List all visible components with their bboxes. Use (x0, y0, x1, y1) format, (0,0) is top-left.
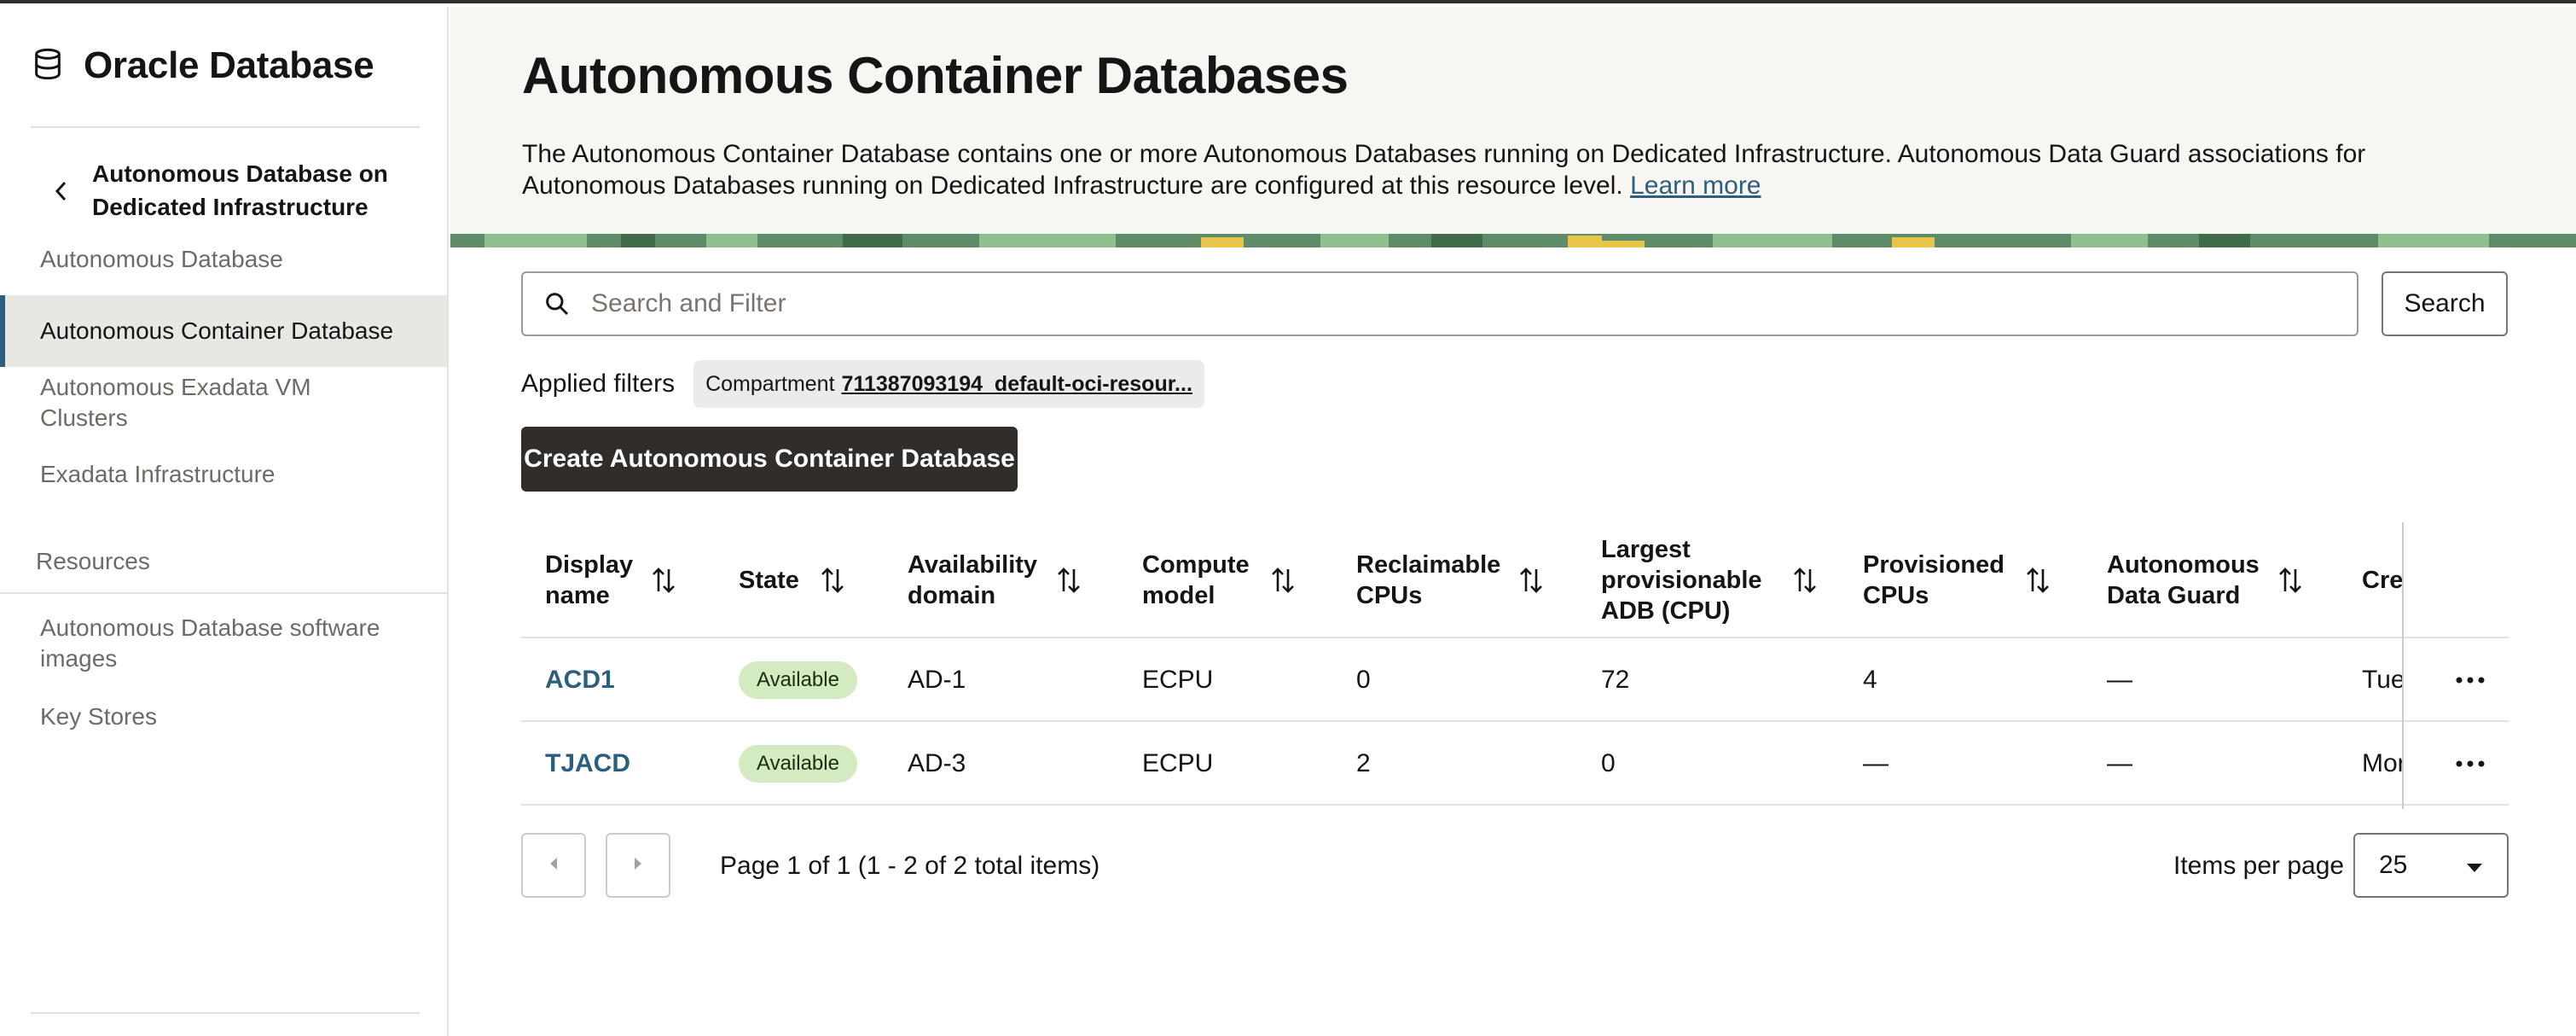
sticky-column-divider (2402, 522, 2404, 809)
sidebar-divider (31, 126, 420, 128)
row-name-link[interactable]: TJACD (545, 749, 630, 778)
page-description: The Autonomous Container Database contai… (522, 138, 2484, 201)
column-header-state[interactable]: State (739, 522, 845, 638)
sidebar-item-exadata-infrastructure[interactable]: Exadata Infrastructure (0, 459, 447, 490)
sidebar-back-link[interactable]: Autonomous Database on Dedicated Infrast… (31, 157, 416, 225)
table-header: Display name State Availability domain C… (521, 522, 2509, 638)
cell-data-guard: — (2107, 749, 2132, 777)
caret-left-icon (548, 856, 560, 876)
sort-icon[interactable] (2277, 566, 2303, 595)
caret-right-icon (632, 856, 644, 876)
column-header-display-name[interactable]: Display name (545, 522, 676, 638)
filter-chip-key: Compartment (705, 371, 835, 396)
sort-icon[interactable] (820, 566, 845, 595)
filter-chip-compartment[interactable]: Compartment 711387093194_default-oci-res… (693, 360, 1204, 408)
filter-chip-value[interactable]: 711387093194_default-oci-resour... (842, 372, 1192, 397)
search-button[interactable]: Search (2382, 271, 2508, 336)
cell-largest-provisionable: 72 (1601, 666, 1630, 694)
sidebar-bottom-divider (31, 1012, 420, 1014)
database-icon (31, 47, 65, 85)
decorative-banner (450, 234, 2576, 247)
search-field[interactable] (521, 271, 2358, 336)
next-page-button[interactable] (606, 833, 670, 898)
status-badge: Available (739, 745, 857, 783)
column-header-data-guard[interactable]: Autonomous Data Guard (2107, 522, 2303, 638)
cell-compute-model: ECPU (1142, 666, 1214, 694)
sidebar: Oracle Database Autonomous Database on D… (0, 7, 449, 1036)
sidebar-item-autonomous-container-database[interactable]: Autonomous Container Database (0, 295, 447, 367)
sort-icon[interactable] (651, 566, 676, 595)
cell-availability-domain: AD-3 (908, 749, 966, 777)
column-header-compute-model[interactable]: Compute model (1142, 522, 1296, 638)
sort-icon[interactable] (1518, 566, 1544, 595)
items-per-page-select[interactable]: 25 (2353, 833, 2509, 898)
sidebar-item-exadata-vm-clusters[interactable]: Autonomous Exadata VM Clusters (0, 372, 358, 434)
cell-reclaimable-cpus: 0 (1356, 666, 1371, 694)
row-name-link[interactable]: ACD1 (545, 666, 615, 695)
chevron-left-icon[interactable] (31, 157, 92, 225)
row-actions-icon[interactable] (2445, 722, 2496, 806)
table-row: ACD1 Available AD-1 ECPU 0 72 4 — Tue (521, 638, 2509, 722)
container-databases-table: Display name State Availability domain C… (521, 522, 2509, 809)
brand-title: Oracle Database (84, 44, 374, 86)
column-header-availability-domain[interactable]: Availability domain (908, 522, 1082, 638)
learn-more-link[interactable]: Learn more (1630, 172, 1761, 200)
resources-heading: Resources (36, 548, 150, 574)
status-badge: Available (739, 661, 857, 699)
applied-filters-label: Applied filters (521, 370, 676, 398)
applied-filters: Applied filters Compartment 711387093194… (521, 360, 1204, 408)
search-icon (523, 290, 591, 317)
cell-provisioned-cpus: 4 (1863, 666, 1877, 694)
sidebar-item-key-stores[interactable]: Key Stores (0, 701, 447, 732)
search-input[interactable] (591, 289, 2357, 318)
description-text: The Autonomous Container Database contai… (522, 140, 2366, 200)
column-header-created[interactable]: Crea (2362, 522, 2402, 638)
cell-created: Mor (2362, 749, 2402, 777)
cell-compute-model: ECPU (1142, 749, 1214, 777)
sort-icon[interactable] (2025, 566, 2051, 595)
brand[interactable]: Oracle Database (31, 44, 374, 87)
sort-icon[interactable] (1270, 566, 1296, 595)
sort-icon[interactable] (1056, 566, 1082, 595)
column-header-reclaimable-cpus[interactable]: Reclaimable CPUs (1356, 522, 1544, 638)
column-header-provisioned-cpus[interactable]: Provisioned CPUs (1863, 522, 2051, 638)
previous-page-button[interactable] (521, 833, 586, 898)
sidebar-item-software-images[interactable]: Autonomous Database software images (0, 613, 426, 674)
page-header: Autonomous Container Databases The Auton… (450, 7, 2576, 234)
sort-icon[interactable] (1792, 566, 1818, 595)
cell-data-guard: — (2107, 666, 2132, 694)
sidebar-back-label: Autonomous Database on Dedicated Infrast… (92, 160, 388, 220)
cell-largest-provisionable: 0 (1601, 749, 1616, 777)
caret-down-icon (2466, 851, 2483, 880)
items-per-page-value: 25 (2379, 851, 2408, 879)
sidebar-item-autonomous-database[interactable]: Autonomous Database (0, 244, 447, 275)
table-row: TJACD Available AD-3 ECPU 2 0 — — Mor (521, 722, 2509, 806)
row-actions-icon[interactable] (2445, 638, 2496, 722)
cell-availability-domain: AD-1 (908, 666, 966, 694)
pagination-summary: Page 1 of 1 (1 - 2 of 2 total items) (720, 852, 1100, 880)
items-per-page-label: Items per page (2173, 852, 2345, 880)
column-header-largest-provisionable[interactable]: Largest provisionable ADB (CPU) (1601, 522, 1818, 638)
cell-created: Tue (2362, 666, 2402, 694)
resources-divider (0, 592, 447, 594)
cell-provisioned-cpus: — (1863, 749, 1888, 777)
create-container-database-button[interactable]: Create Autonomous Container Database (521, 427, 1018, 492)
cell-reclaimable-cpus: 2 (1356, 749, 1371, 777)
page-title: Autonomous Container Databases (522, 47, 1349, 104)
